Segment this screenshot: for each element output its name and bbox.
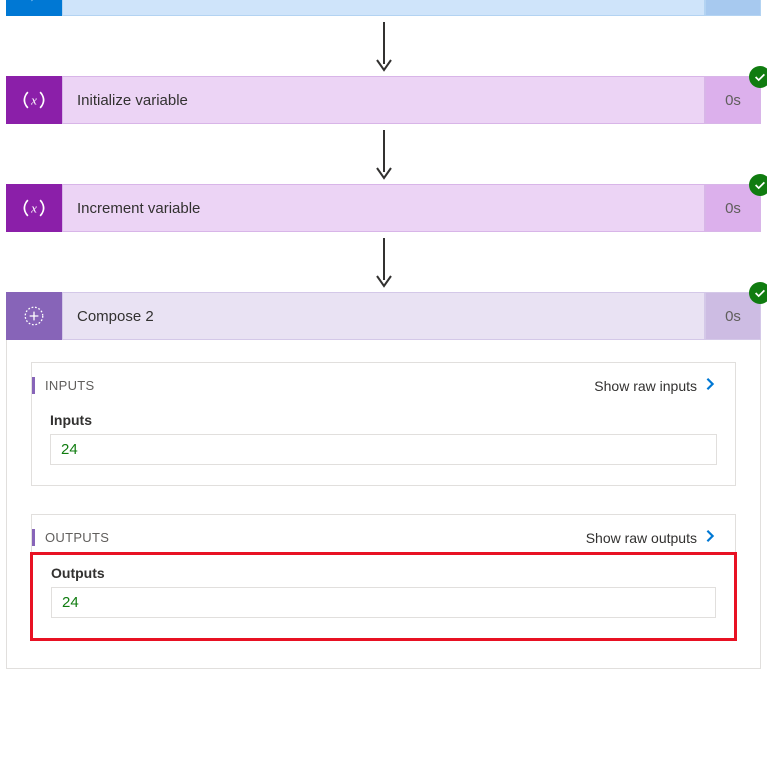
step-compose-label: Compose 2 [62, 292, 705, 340]
inputs-section-title: INPUTS [45, 378, 94, 393]
step-increment-variable[interactable]: x Increment variable 0s [6, 184, 761, 232]
step-increment-variable-label: Increment variable [62, 184, 705, 232]
variable-icon: x [6, 76, 62, 124]
show-raw-outputs-link[interactable]: Show raw outputs [586, 529, 717, 546]
show-raw-inputs-label: Show raw inputs [594, 378, 697, 394]
outputs-section: OUTPUTS Show raw outputs Outputs 24 [31, 514, 736, 640]
compose-details-panel: INPUTS Show raw inputs Inputs 24 OUTPUTS… [6, 340, 761, 669]
show-raw-outputs-label: Show raw outputs [586, 530, 697, 546]
compose-icon [6, 292, 62, 340]
step-trigger-duration: 0s [705, 0, 761, 16]
step-initialize-variable-label: Initialize variable [62, 76, 705, 124]
variable-icon: x [6, 184, 62, 232]
outputs-section-title: OUTPUTS [45, 530, 109, 545]
step-initialize-variable[interactable]: x Initialize variable 0s [6, 76, 761, 124]
svg-text:x: x [30, 92, 37, 107]
success-badge-icon [749, 174, 767, 196]
inputs-field-label: Inputs [50, 412, 717, 428]
outputs-highlight-box: Outputs 24 [30, 552, 737, 641]
flow-arrow [372, 16, 396, 76]
step-compose[interactable]: Compose 2 0s [6, 292, 761, 340]
step-trigger-label: Manually trigger a flow [62, 0, 705, 16]
trigger-icon [6, 0, 62, 16]
flow-arrow [372, 232, 396, 292]
flow-run-container: Manually trigger a flow 0s x Initialize … [0, 0, 767, 669]
outputs-field-value: 24 [51, 587, 716, 618]
step-trigger[interactable]: Manually trigger a flow 0s [6, 0, 761, 16]
inputs-field-value: 24 [50, 434, 717, 465]
chevron-right-icon [703, 529, 717, 546]
svg-text:x: x [30, 200, 37, 215]
chevron-right-icon [703, 377, 717, 394]
flow-arrow [372, 124, 396, 184]
show-raw-inputs-link[interactable]: Show raw inputs [594, 377, 717, 394]
outputs-field-label: Outputs [51, 565, 716, 581]
success-badge-icon [749, 282, 767, 304]
inputs-section: INPUTS Show raw inputs Inputs 24 [31, 362, 736, 486]
success-badge-icon [749, 66, 767, 88]
